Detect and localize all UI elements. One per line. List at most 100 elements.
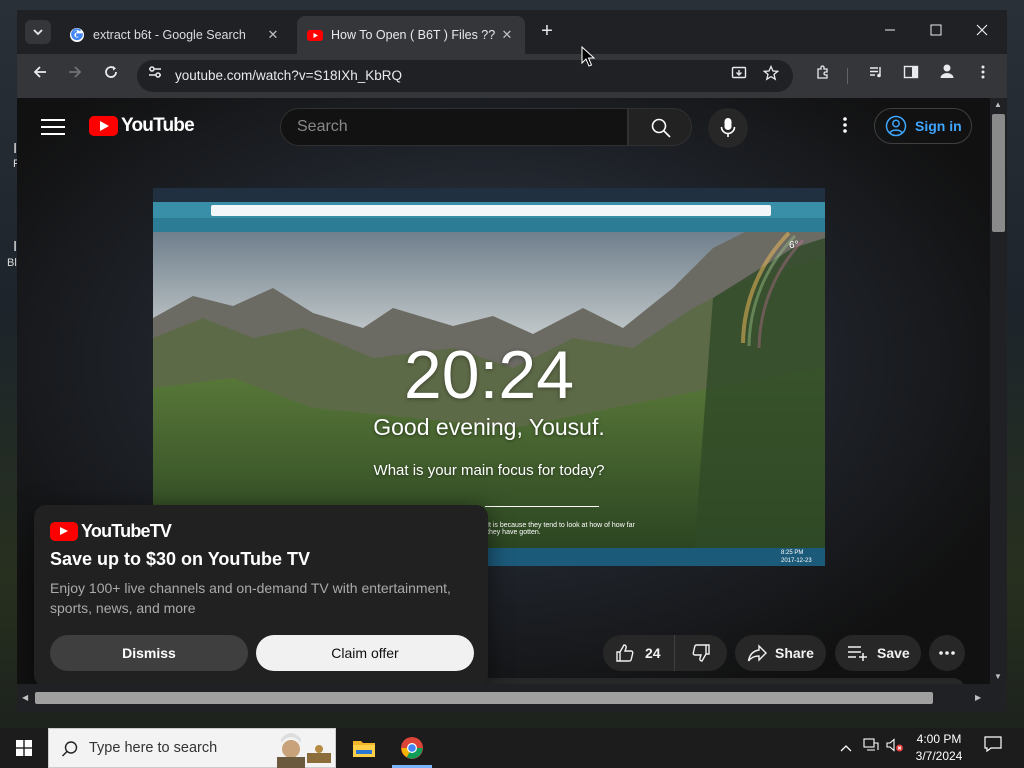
account-circle-icon [885, 115, 907, 137]
notification-center-button[interactable] [978, 728, 1008, 768]
vertical-dots-icon [981, 65, 985, 79]
voice-search-button[interactable] [708, 108, 748, 148]
close-icon[interactable]: ✕ [265, 27, 281, 43]
tab-google-search[interactable]: extract b6t - Google Search ✕ [59, 16, 291, 54]
video-taskbar-date: 2017-12-23 [781, 558, 812, 564]
more-actions-button[interactable] [929, 635, 965, 671]
playlist-add-icon [848, 646, 867, 661]
tab-strip: extract b6t - Google Search ✕ How To Ope… [17, 10, 1007, 54]
taskbar-file-explorer[interactable] [340, 728, 388, 768]
horizontal-scrollbar-thumb[interactable] [35, 692, 933, 704]
show-hidden-icons-button[interactable] [836, 728, 856, 768]
thumbs-up-icon [616, 644, 634, 662]
minimize-icon [885, 29, 895, 31]
taskbar-search-box[interactable]: Type here to search [48, 728, 336, 768]
like-dislike-group: 24 [603, 635, 727, 671]
video-focus-question: What is your main focus for today? [373, 462, 605, 479]
video-taskbar-clock: 8:25 PM 2017-12-23 [781, 549, 812, 565]
sign-in-button[interactable]: Sign in [874, 108, 972, 144]
youtube-logo-text: YouTube [121, 115, 195, 136]
puzzle-piece-icon [817, 65, 828, 79]
toolbar-divider [847, 68, 848, 84]
side-panel-icon [903, 65, 919, 79]
start-button[interactable] [0, 728, 48, 768]
video-address-bar [211, 205, 771, 216]
horizontal-dots-icon [939, 651, 955, 655]
video-quote: It is because they tend to look at how o… [487, 522, 635, 536]
vertical-dots-icon [843, 117, 847, 133]
youtube-page: YouTube Sign in [17, 98, 990, 684]
hamburger-icon [41, 119, 65, 121]
youtube-logo[interactable]: YouTube [89, 115, 195, 137]
dislike-button[interactable] [675, 635, 727, 671]
search-box [280, 108, 628, 146]
search-icon [651, 118, 671, 138]
dismiss-button[interactable]: Dismiss [50, 635, 248, 671]
network-status-button[interactable] [860, 728, 882, 768]
arrow-right-icon [69, 66, 82, 78]
horizontal-scrollbar[interactable]: ◀ ▶ [17, 684, 990, 712]
profile-button[interactable] [933, 62, 961, 90]
youtube-tv-logo: YouTubeTV [50, 521, 172, 542]
new-tab-button[interactable]: + [535, 20, 559, 44]
url-text[interactable]: youtube.com/watch?v=S18IXh_KbRQ [175, 68, 402, 83]
video-greeting: Good evening, Yousuf. [373, 414, 605, 440]
desktop-icon-label-fragment: Bl [7, 257, 17, 269]
microphone-icon [720, 118, 736, 137]
youtube-icon [307, 30, 323, 41]
site-info-icon[interactable] [143, 64, 167, 88]
back-button[interactable] [26, 62, 54, 90]
volume-muted-icon [886, 738, 903, 752]
like-button[interactable]: 24 [603, 635, 675, 671]
install-app-icon[interactable] [727, 64, 751, 88]
bookmark-star-icon[interactable] [759, 64, 783, 88]
reload-icon [105, 66, 117, 78]
promo-headline: Save up to $30 on YouTube TV [50, 549, 311, 569]
volume-button[interactable] [884, 728, 906, 768]
minimize-button[interactable] [867, 16, 913, 46]
vertical-scrollbar[interactable]: ▲ ▼ [990, 98, 1007, 684]
notification-icon [984, 736, 1002, 753]
extensions-button[interactable] [809, 62, 837, 90]
browser-window: extract b6t - Google Search ✕ How To Ope… [17, 10, 1007, 712]
share-label: Share [775, 645, 814, 661]
media-controls-button[interactable] [862, 62, 890, 90]
settings-menu-button[interactable] [835, 116, 855, 138]
network-icon [863, 738, 879, 751]
search-button[interactable] [628, 108, 692, 146]
tab-title: extract b6t - Google Search [93, 28, 246, 42]
tab-title: How To Open ( B6T ) Files ?? - Y [331, 28, 499, 42]
save-button[interactable]: Save [835, 635, 921, 671]
close-icon [976, 24, 988, 36]
chrome-menu-button[interactable] [969, 62, 997, 90]
scroll-left-arrow-icon[interactable]: ◀ [22, 693, 28, 702]
close-window-button[interactable] [959, 16, 1005, 46]
promo-body: Enjoy 100+ live channels and on-demand T… [50, 580, 451, 616]
system-clock[interactable]: 4:00 PM 3/7/2024 [908, 731, 970, 765]
music-queue-icon [870, 67, 881, 78]
claim-offer-button[interactable]: Claim offer [256, 635, 474, 671]
side-panel-button[interactable] [897, 62, 925, 90]
guide-menu-button[interactable] [41, 116, 65, 136]
close-icon[interactable]: ✕ [499, 27, 515, 43]
address-bar[interactable]: youtube.com/watch?v=S18IXh_KbRQ [137, 60, 793, 92]
maximize-icon [930, 24, 942, 36]
share-button[interactable]: Share [735, 635, 826, 671]
scroll-right-arrow-icon[interactable]: ▶ [975, 693, 981, 702]
scroll-up-arrow-icon[interactable]: ▲ [994, 100, 1002, 109]
browser-toolbar: youtube.com/watch?v=S18IXh_KbRQ [17, 54, 1007, 98]
forward-button[interactable] [61, 62, 89, 90]
scroll-down-arrow-icon[interactable]: ▼ [994, 672, 1002, 681]
search-icon [62, 741, 78, 757]
reload-button[interactable] [97, 62, 125, 90]
vertical-scrollbar-thumb[interactable] [992, 114, 1005, 232]
chrome-icon [401, 737, 423, 759]
tab-search-button[interactable] [25, 20, 51, 44]
youtube-header: YouTube Sign in [17, 98, 990, 154]
taskbar-chrome[interactable] [388, 728, 436, 768]
save-label: Save [877, 645, 910, 661]
maximize-button[interactable] [913, 16, 959, 46]
tab-youtube-video[interactable]: How To Open ( B6T ) Files ?? - Y ✕ [297, 16, 525, 54]
search-input[interactable] [297, 118, 617, 136]
clock-date: 3/7/2024 [915, 749, 963, 763]
